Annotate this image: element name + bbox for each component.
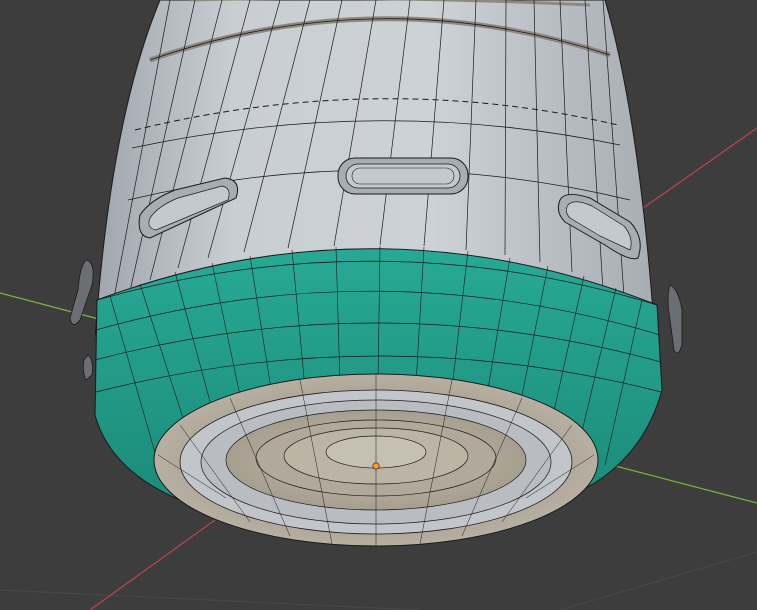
side-clip-left[interactable] [69, 259, 94, 381]
origin-dot[interactable] [372, 462, 380, 470]
bottom-ring[interactable] [153, 373, 599, 547]
axis-x-line-lower [89, 519, 216, 610]
axis-y-line-right [599, 461, 757, 504]
3d-viewport[interactable] [0, 0, 757, 610]
floor-grid [0, 551, 757, 610]
side-clip-right[interactable] [667, 284, 683, 354]
axis-y-line-left [0, 292, 111, 323]
slot-center[interactable] [337, 157, 469, 195]
